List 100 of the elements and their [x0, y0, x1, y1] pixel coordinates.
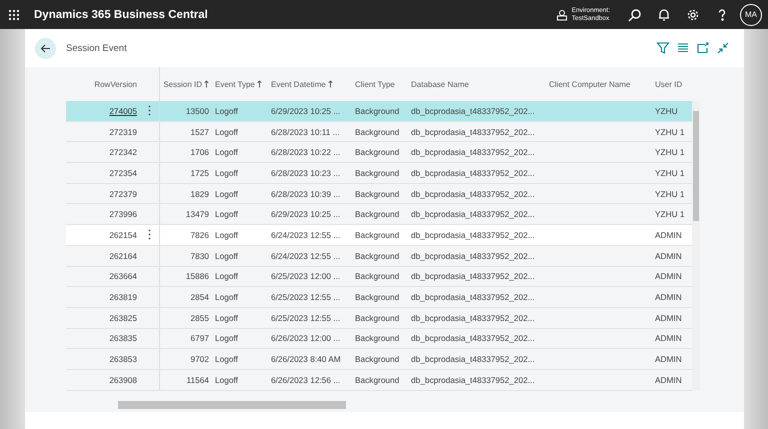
row-version-link[interactable]: 263664	[109, 271, 137, 282]
table-cell: YZHU 1	[655, 188, 685, 199]
collapse-icon[interactable]	[716, 41, 730, 55]
column-header[interactable]: Database Name	[411, 80, 469, 88]
table-row[interactable]: 273996 13479 Logoff 6/29/2023 10:25 ... Background db_bcprodasia_t48337952_202... YZHU 1	[66, 204, 692, 226]
table-cell: Logoff	[215, 250, 238, 261]
table-cell: YZHU 1	[655, 147, 685, 158]
table-cell: Background	[355, 209, 400, 220]
table-row[interactable]: 272319 1527 Logoff 6/28/2023 10:11 ... Background db_bcprodasia_t48337952_202... YZHU 1	[66, 122, 692, 142]
table-cell: 13500	[186, 106, 209, 116]
row-version-link[interactable]: 263819	[109, 292, 137, 302]
table-cell: db_bcprodasia_t48337952_202...	[411, 188, 535, 199]
table-cell: Background	[355, 354, 400, 364]
table-cell: 6/28/2023 10:39 ...	[271, 188, 340, 199]
row-version-link[interactable]: 262164	[109, 250, 137, 261]
more-options-icon[interactable]	[148, 105, 151, 116]
table-cell: ADMIN	[655, 374, 682, 385]
table-row[interactable]: 263664 15886 Logoff 6/25/2023 12:00 ... Background db_bcprodasia_t48337952_202... ADMIN	[66, 266, 692, 288]
table-row[interactable]: 272342 1706 Logoff 6/28/2023 10:22 ... Background db_bcprodasia_t48337952_202... YZHU 1	[66, 142, 692, 164]
table-cell: Background	[355, 374, 400, 385]
table-cell: db_bcprodasia_t48337952_202...	[411, 126, 535, 137]
filter-icon[interactable]	[656, 41, 670, 55]
table-cell: Logoff	[215, 209, 238, 220]
table-cell: 6/26/2023 12:00 ...	[271, 333, 340, 344]
row-version-link[interactable]: 263908	[109, 374, 137, 385]
table-row[interactable]: 263825 2855 Logoff 6/25/2023 12:55 ... Background db_bcprodasia_t48337952_202... ADMIN	[66, 308, 692, 329]
table-row[interactable]: 262154 7826 Logoff 6/24/2023 12:55 ... Background db_bcprodasia_t48337952_202... ADMIN	[66, 225, 692, 246]
table-cell: 6/25/2023 12:55 ...	[271, 292, 340, 302]
table-cell: db_bcprodasia_t48337952_202...	[411, 312, 535, 323]
table-cell: Logoff	[215, 188, 238, 199]
table-row[interactable]: 263853 9702 Logoff 6/26/2023 8:40 AM Background db_bcprodasia_t48337952_202... ADMIN	[66, 349, 692, 370]
column-header[interactable]: RowVersion	[94, 80, 137, 88]
table-cell: 6/26/2023 12:56 ...	[271, 374, 340, 385]
row-version-link[interactable]: 263825	[109, 312, 137, 323]
open-in-new-window-icon[interactable]	[696, 41, 710, 55]
table-cell: Background	[355, 230, 400, 240]
sort-ascending-icon	[256, 80, 262, 88]
table-cell: db_bcprodasia_t48337952_202...	[411, 168, 535, 178]
sort-ascending-icon	[328, 80, 333, 88]
table-cell: ADMIN	[655, 312, 682, 323]
table-row[interactable]: 272354 1725 Logoff 6/28/2023 10:23 ... Background db_bcprodasia_t48337952_202... YZHU 1	[66, 163, 692, 184]
table-cell: ADMIN	[655, 271, 682, 282]
table-cell: Logoff	[215, 312, 238, 323]
table-cell: Logoff	[215, 292, 238, 302]
row-version-link[interactable]: 273996	[109, 209, 137, 220]
table-row[interactable]: 274005 13500 Logoff 6/29/2023 10:25 ... Background db_bcprodasia_t48337952_202... YZHU	[66, 101, 692, 122]
more-options-icon[interactable]	[148, 229, 151, 240]
table-cell: Logoff	[215, 230, 238, 240]
table-row[interactable]: 263819 2854 Logoff 6/25/2023 12:55 ... Background db_bcprodasia_t48337952_202... ADMIN	[66, 287, 692, 308]
list-icon[interactable]	[676, 41, 690, 55]
table-cell: 6/28/2023 10:23 ...	[271, 168, 340, 178]
column-header[interactable]: Event Type	[215, 80, 262, 88]
row-version-link[interactable]: 272379	[109, 188, 137, 199]
table-cell: db_bcprodasia_t48337952_202...	[411, 271, 535, 282]
table-row[interactable]: 272379 1829 Logoff 6/28/2023 10:39 ... Background db_bcprodasia_t48337952_202... YZHU 1	[66, 184, 692, 204]
back-button[interactable]	[35, 38, 56, 58]
row-version-link[interactable]: 263853	[109, 354, 137, 364]
table-cell: 1527	[190, 126, 209, 137]
table-row[interactable]: 263835 6797 Logoff 6/26/2023 12:00 ... Background db_bcprodasia_t48337952_202... ADMIN	[66, 328, 692, 350]
row-version-link[interactable]: 272354	[109, 168, 137, 178]
column-header[interactable]: Session ID	[163, 80, 209, 88]
table-cell: Logoff	[215, 271, 238, 282]
table-cell: 6/24/2023 12:55 ...	[271, 230, 340, 240]
table-cell: 9702	[190, 354, 209, 364]
table-cell: ADMIN	[655, 250, 682, 261]
table-cell: YZHU 1	[655, 168, 685, 178]
column-header[interactable]: Client Type	[355, 80, 395, 88]
column-header[interactable]: Event Datetime	[271, 80, 333, 88]
table-cell: Logoff	[215, 126, 238, 137]
table-cell: Logoff	[215, 106, 238, 116]
table-cell: 2854	[190, 292, 209, 302]
table-cell: db_bcprodasia_t48337952_202...	[411, 374, 535, 385]
app-launcher-icon[interactable]	[8, 8, 20, 20]
table-cell: YZHU 1	[655, 126, 685, 137]
back-arrow-icon	[40, 42, 51, 54]
table-cell: Background	[355, 188, 400, 199]
table-cell: Logoff	[215, 333, 238, 344]
table-cell: YZHU 1	[655, 209, 685, 220]
table-cell: Logoff	[215, 374, 238, 385]
vertical-scrollbar[interactable]	[692, 101, 700, 391]
table-row[interactable]: 263908 11564 Logoff 6/26/2023 12:56 ... Background db_bcprodasia_t48337952_202... ADMIN	[66, 370, 692, 391]
table-cell: db_bcprodasia_t48337952_202...	[411, 333, 535, 344]
table-cell: Background	[355, 106, 400, 116]
row-version-link[interactable]: 274005	[109, 106, 137, 116]
table-cell: 6797	[190, 333, 209, 344]
table-row[interactable]: 262164 7830 Logoff 6/24/2023 12:55 ... Background db_bcprodasia_t48337952_202... ADMIN	[66, 246, 692, 266]
column-header[interactable]: Client Computer Name	[549, 80, 630, 88]
table-cell: Background	[355, 312, 400, 323]
user-avatar[interactable]: MA	[740, 4, 762, 26]
column-header[interactable]: User ID	[655, 80, 682, 88]
table-cell: ADMIN	[655, 354, 682, 364]
table-cell: Logoff	[215, 147, 238, 158]
row-version-link[interactable]: 272319	[109, 126, 137, 137]
table-cell: 6/24/2023 12:55 ...	[271, 250, 340, 261]
row-version-link[interactable]: 272342	[109, 147, 137, 158]
table-cell: 7826	[190, 230, 209, 240]
row-version-link[interactable]: 262154	[109, 230, 137, 240]
row-version-link[interactable]: 263835	[109, 333, 137, 344]
environment-icon	[556, 8, 568, 20]
table-cell: 2855	[190, 312, 209, 323]
